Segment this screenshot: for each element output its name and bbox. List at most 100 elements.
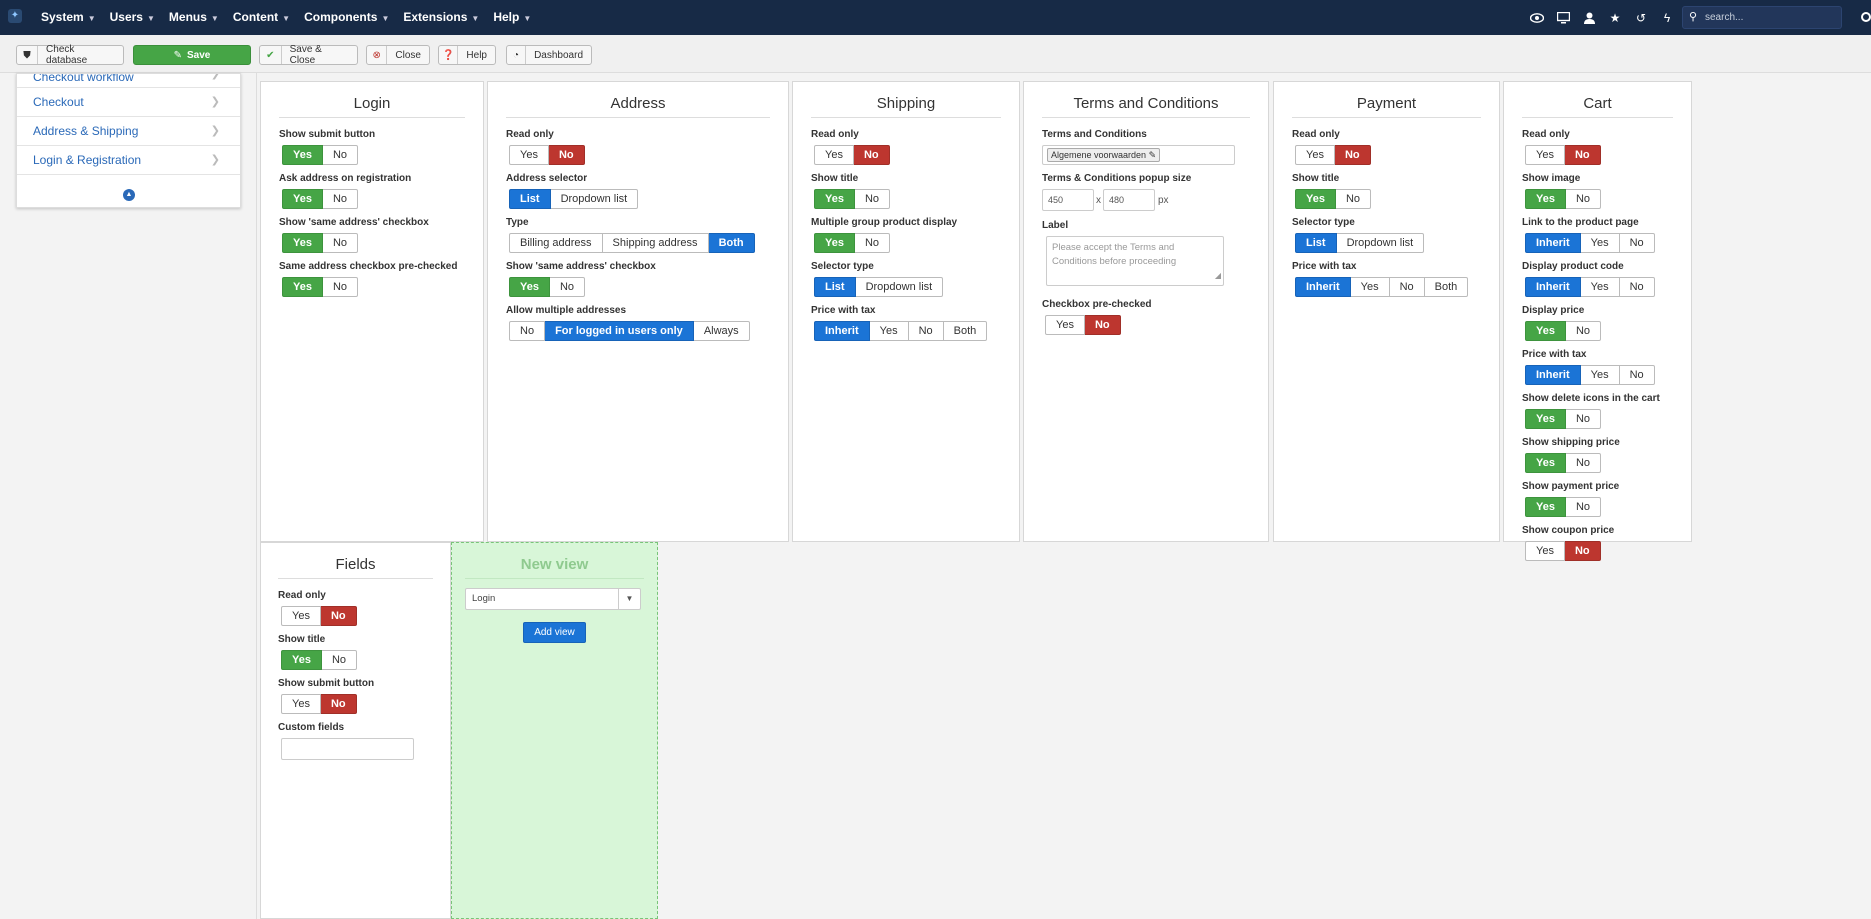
no-button[interactable]: No (1619, 233, 1655, 253)
no-button[interactable]: No (322, 189, 359, 209)
no-button[interactable]: No (322, 233, 359, 253)
no-button[interactable]: No (509, 321, 546, 341)
list-button[interactable]: List (814, 277, 856, 297)
no-button[interactable]: No (320, 606, 357, 626)
no-button[interactable]: No (1565, 189, 1602, 209)
yes-button[interactable]: Yes (1580, 365, 1620, 385)
no-button[interactable]: No (1084, 315, 1121, 335)
save-button[interactable]: ✎ Save (133, 45, 251, 65)
no-button[interactable]: No (1619, 365, 1655, 385)
search-input[interactable]: ⚲ search... (1682, 6, 1842, 29)
both-button[interactable]: Both (708, 233, 755, 253)
yes-button[interactable]: Yes (1525, 453, 1566, 473)
no-button[interactable]: No (1565, 497, 1602, 517)
yes-button[interactable]: Yes (869, 321, 909, 341)
menu-extensions[interactable]: Extensions ▼ (396, 0, 486, 35)
dashboard-button[interactable]: ◔ Dashboard (506, 45, 592, 65)
yes-button[interactable]: Yes (1295, 189, 1336, 209)
no-button[interactable]: No (1564, 541, 1601, 561)
help-button[interactable]: ❓ Help (438, 45, 496, 65)
dropdown-list-button[interactable]: Dropdown list (550, 189, 639, 209)
no-button[interactable]: No (322, 277, 359, 297)
no-button[interactable]: No (1619, 277, 1655, 297)
sidebar-item-address-shipping[interactable]: Address & Shipping ❯ (17, 117, 240, 146)
list-button[interactable]: List (509, 189, 551, 209)
dropdown-list-button[interactable]: Dropdown list (855, 277, 944, 297)
menu-menus[interactable]: Menus ▼ (162, 0, 226, 35)
no-button[interactable]: No (1334, 145, 1371, 165)
shipping-address-button[interactable]: Shipping address (602, 233, 709, 253)
no-button[interactable]: No (322, 145, 359, 165)
article-tag[interactable]: Algemene voorwaarden ✎ (1047, 148, 1161, 162)
popup-width-input[interactable]: 450 (1042, 189, 1094, 211)
yes-button[interactable]: Yes (1525, 497, 1566, 517)
yes-button[interactable]: Yes (814, 233, 855, 253)
yes-button[interactable]: Yes (281, 650, 322, 670)
yes-button[interactable]: Yes (509, 277, 550, 297)
sidebar-item-login-registration[interactable]: Login & Registration ❯ (17, 146, 240, 175)
close-button[interactable]: ⊗ Close (366, 45, 430, 65)
no-button[interactable]: No (908, 321, 944, 341)
popup-height-input[interactable]: 480 (1103, 189, 1155, 211)
yes-button[interactable]: Yes (282, 277, 323, 297)
no-button[interactable]: No (1565, 453, 1602, 473)
no-button[interactable]: No (1565, 409, 1602, 429)
yes-button[interactable]: Yes (281, 694, 321, 714)
custom-fields-input[interactable] (281, 738, 414, 760)
yes-button[interactable]: Yes (282, 189, 323, 209)
no-button[interactable]: No (854, 189, 891, 209)
no-button[interactable]: No (1565, 321, 1602, 341)
no-button[interactable]: No (320, 694, 357, 714)
star-icon[interactable]: ★ (1607, 10, 1623, 26)
yes-button[interactable]: Yes (814, 189, 855, 209)
billing-address-button[interactable]: Billing address (509, 233, 603, 253)
yes-button[interactable]: Yes (1525, 409, 1566, 429)
joomla-icon[interactable]: ✦ (8, 9, 22, 23)
inherit-button[interactable]: Inherit (1525, 233, 1581, 253)
eye-icon[interactable] (1529, 10, 1545, 26)
yes-button[interactable]: Yes (282, 233, 323, 253)
inherit-button[interactable]: Inherit (1525, 365, 1581, 385)
logged-in-only-button[interactable]: For logged in users only (545, 321, 694, 341)
yes-button[interactable]: Yes (1350, 277, 1390, 297)
yes-button[interactable]: Yes (1525, 541, 1565, 561)
no-button[interactable]: No (1564, 145, 1601, 165)
sidebar-item-checkout[interactable]: Checkout ❯ (17, 88, 240, 117)
yes-button[interactable]: Yes (1580, 277, 1620, 297)
menu-system[interactable]: System ▼ (34, 0, 103, 35)
inherit-button[interactable]: Inherit (1295, 277, 1351, 297)
pencil-icon[interactable]: ✎ (1149, 150, 1157, 160)
menu-content[interactable]: Content ▼ (226, 0, 297, 35)
resize-grip-icon[interactable]: ◢ (1215, 269, 1221, 283)
inherit-button[interactable]: Inherit (1525, 277, 1581, 297)
save-close-button[interactable]: ✔ Save & Close (259, 44, 358, 66)
yes-button[interactable]: Yes (1045, 315, 1085, 335)
inherit-button[interactable]: Inherit (814, 321, 870, 341)
no-button[interactable]: No (549, 277, 586, 297)
view-type-select[interactable]: Login ▼ (465, 588, 641, 610)
yes-button[interactable]: Yes (1525, 321, 1566, 341)
menu-help[interactable]: Help ▼ (486, 0, 538, 35)
logout-icon[interactable] (1861, 12, 1871, 22)
yes-button[interactable]: Yes (1295, 145, 1335, 165)
yes-button[interactable]: Yes (1525, 145, 1565, 165)
sidebar-item-checkout-workflow[interactable]: Checkout workflow ❯ (17, 74, 240, 88)
chevron-up-icon[interactable]: ▲ (123, 189, 135, 201)
no-button[interactable]: No (321, 650, 358, 670)
yes-button[interactable]: Yes (509, 145, 549, 165)
no-button[interactable]: No (548, 145, 585, 165)
no-button[interactable]: No (853, 145, 890, 165)
bolt-icon[interactable]: ϟ (1659, 10, 1675, 26)
check-database-button[interactable]: ⛊ Check database (16, 44, 124, 66)
user-icon[interactable] (1581, 10, 1597, 26)
yes-button[interactable]: Yes (1525, 189, 1566, 209)
monitor-icon[interactable] (1555, 10, 1571, 26)
no-button[interactable]: No (1335, 189, 1372, 209)
dropdown-list-button[interactable]: Dropdown list (1336, 233, 1425, 253)
history-icon[interactable]: ↺ (1633, 10, 1649, 26)
menu-users[interactable]: Users ▼ (103, 0, 162, 35)
yes-button[interactable]: Yes (281, 606, 321, 626)
menu-components[interactable]: Components ▼ (297, 0, 396, 35)
both-button[interactable]: Both (943, 321, 988, 341)
no-button[interactable]: No (1389, 277, 1425, 297)
